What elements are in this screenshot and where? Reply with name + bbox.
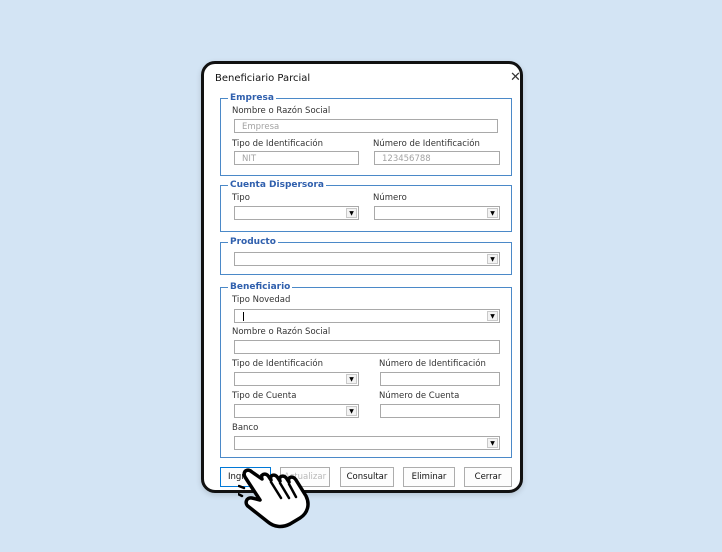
chevron-down-icon[interactable]: ▼ xyxy=(487,254,498,264)
empresa-numero-id-label: Número de Identificación xyxy=(373,139,480,149)
beneficiario-tipo-id-label: Tipo de Identificación xyxy=(232,359,323,369)
beneficiario-frame: Beneficiario Tipo Novedad ▼ Nombre o Raz… xyxy=(220,281,512,458)
empresa-tipo-id-label: Tipo de Identificación xyxy=(232,139,323,149)
tipo-cuenta-select[interactable]: ▼ xyxy=(234,404,359,418)
beneficiario-numero-id-label: Número de Identificación xyxy=(379,359,486,369)
banco-label: Banco xyxy=(232,423,259,433)
numero-cuenta-label: Número de Cuenta xyxy=(379,391,460,401)
empresa-legend: Empresa xyxy=(228,92,276,104)
chevron-down-icon[interactable]: ▼ xyxy=(487,208,498,218)
numero-cuenta-field[interactable] xyxy=(380,404,500,418)
tipo-novedad-select[interactable]: ▼ xyxy=(234,309,500,323)
empresa-frame: Empresa Nombre o Razón Social Empresa Ti… xyxy=(220,92,512,176)
text-caret xyxy=(243,312,244,321)
beneficiario-nombre-label: Nombre o Razón Social xyxy=(232,327,331,337)
empresa-nombre-field[interactable]: Empresa xyxy=(234,119,498,133)
tipo-cuenta-label: Tipo de Cuenta xyxy=(232,391,297,401)
cuenta-frame: Cuenta Dispersora Tipo ▼ Número ▼ xyxy=(220,179,512,232)
empresa-tipo-id-field[interactable]: NIT xyxy=(234,151,359,165)
hand-pointer-icon xyxy=(238,468,310,529)
beneficiario-nombre-field[interactable] xyxy=(234,340,500,354)
tipo-novedad-label: Tipo Novedad xyxy=(232,295,291,305)
chevron-down-icon[interactable]: ▼ xyxy=(487,311,498,321)
chevron-down-icon[interactable]: ▼ xyxy=(487,438,498,448)
banco-select[interactable]: ▼ xyxy=(234,436,500,450)
dialog-window: Beneficiario Parcial ✕ Empresa Nombre o … xyxy=(201,61,523,493)
chevron-down-icon[interactable]: ▼ xyxy=(346,406,357,416)
beneficiario-legend: Beneficiario xyxy=(228,281,293,293)
cuenta-tipo-select[interactable]: ▼ xyxy=(234,206,359,220)
producto-frame: Producto ▼ xyxy=(220,236,512,275)
cuenta-numero-label: Número xyxy=(373,193,407,203)
cuenta-numero-select[interactable]: ▼ xyxy=(374,206,500,220)
beneficiario-numero-id-field[interactable] xyxy=(380,372,500,386)
chevron-down-icon[interactable]: ▼ xyxy=(346,374,357,384)
producto-select[interactable]: ▼ xyxy=(234,252,500,266)
cuenta-tipo-label: Tipo xyxy=(232,193,250,203)
empresa-numero-id-field[interactable]: 123456788 xyxy=(374,151,500,165)
beneficiario-tipo-id-select[interactable]: ▼ xyxy=(234,372,359,386)
window-title: Beneficiario Parcial xyxy=(215,73,311,84)
chevron-down-icon[interactable]: ▼ xyxy=(346,208,357,218)
empresa-nombre-label: Nombre o Razón Social xyxy=(232,106,331,116)
producto-legend: Producto xyxy=(228,236,278,248)
consultar-button[interactable]: Consultar xyxy=(340,467,394,487)
cerrar-button[interactable]: Cerrar xyxy=(464,467,512,487)
cuenta-legend: Cuenta Dispersora xyxy=(228,179,326,191)
close-icon[interactable]: ✕ xyxy=(510,71,521,84)
eliminar-button[interactable]: Eliminar xyxy=(403,467,455,487)
